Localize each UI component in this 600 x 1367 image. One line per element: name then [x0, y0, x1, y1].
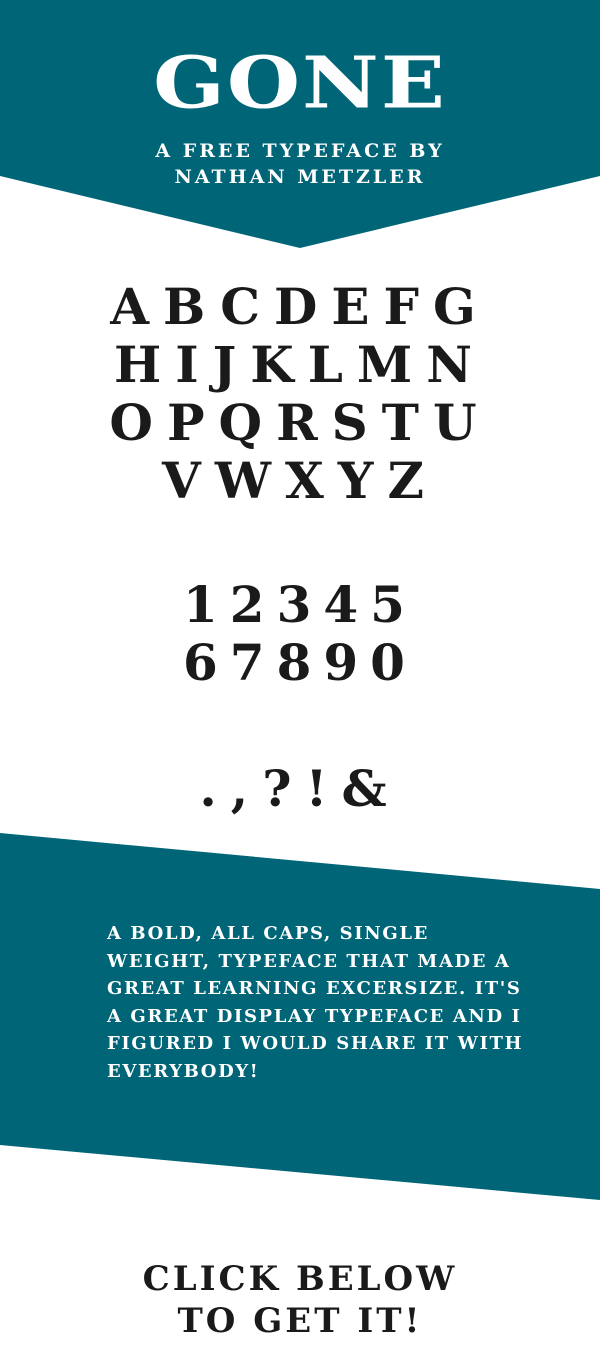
- subtitle-line: A FREE TYPEFACE BY: [155, 140, 445, 162]
- punctuation-specimen: .,?!&: [199, 759, 401, 818]
- description-text: A BOLD, ALL CAPS, SINGLE WEIGHT, TYPEFAC…: [107, 923, 524, 1082]
- cta-line: CLICK BELOW: [142, 1259, 458, 1299]
- alphabet-row: OPQRSTU: [109, 393, 491, 452]
- alphabet-row: ABCDEFG: [110, 277, 490, 336]
- call-to-action: CLICK BELOW TO GET IT!: [0, 1258, 600, 1342]
- alphabet-specimen: ABCDEFG HIJKLMN OPQRSTU VWXYZ: [0, 278, 600, 510]
- alphabet-row: HIJKLMN: [114, 335, 486, 394]
- typeface-title: GONE: [153, 40, 447, 125]
- numerals-row: 67890: [183, 633, 417, 692]
- numerals-row: 12345: [183, 575, 417, 634]
- alphabet-row: VWXYZ: [162, 451, 438, 510]
- cta-line: TO GET IT!: [177, 1301, 423, 1341]
- subtitle-line: NATHAN METZLER: [174, 166, 426, 188]
- numerals-specimen: 12345 67890: [0, 576, 600, 692]
- subtitle: A FREE TYPEFACE BY NATHAN METZLER: [0, 138, 600, 190]
